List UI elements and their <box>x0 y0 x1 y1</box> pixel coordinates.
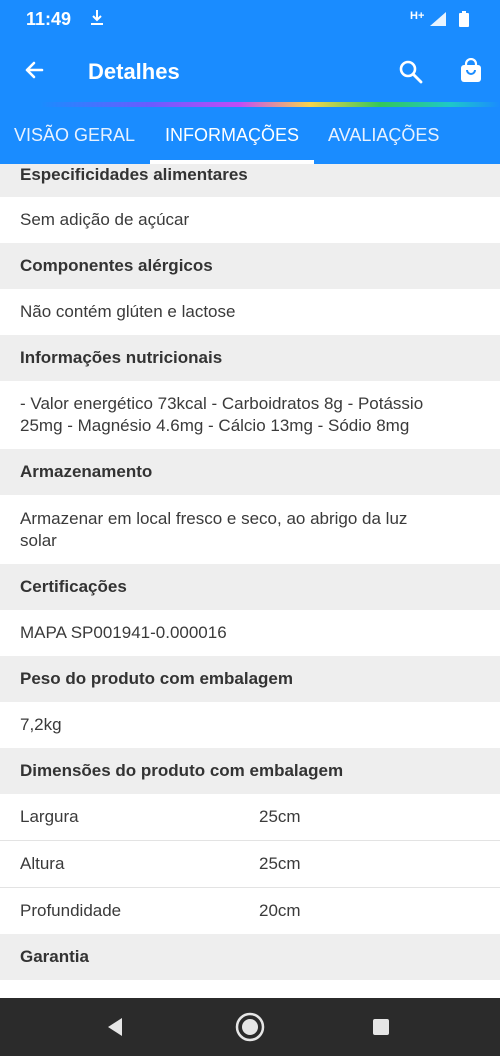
shopping-bag-icon[interactable] <box>458 57 484 89</box>
nav-recents-icon[interactable] <box>372 1018 390 1041</box>
section-value <box>0 980 500 998</box>
section-text: solar <box>20 531 57 550</box>
dimension-row: Profundidade 20cm <box>0 888 500 934</box>
network-type: H+ <box>410 10 425 22</box>
section-title: Peso do produto com embalagem <box>20 669 293 688</box>
section-title: Informações nutricionais <box>20 348 223 367</box>
status-time: 11:49 <box>26 9 72 29</box>
section-value: - Valor energético 73kcal - Carboidratos… <box>0 381 500 449</box>
system-nav-bar <box>0 998 500 1056</box>
tab-bar: VISÃO GERAL INFORMAÇÕES AVALIAÇÕES <box>0 107 500 164</box>
section-header: Peso do produto com embalagem <box>0 656 500 702</box>
arrow-back-icon[interactable] <box>22 58 46 87</box>
dimension-row: Altura 25cm <box>0 841 500 887</box>
section-title: Dimensões do produto com embalagem <box>20 761 344 780</box>
nav-back-icon[interactable] <box>106 1017 124 1042</box>
section-header: Componentes alérgicos <box>0 243 500 289</box>
download-icon <box>90 8 104 31</box>
section-value: Armazenar em local fresco e seco, ao abr… <box>0 495 500 564</box>
app-bar: Detalhes <box>0 40 500 102</box>
signal-icon <box>430 12 446 31</box>
dimension-value: 25cm <box>259 807 301 826</box>
section-text: Não contém glúten e lactose <box>20 302 236 321</box>
battery-icon <box>459 11 469 32</box>
section-header: Especificidades alimentares <box>0 164 500 197</box>
section-title: Garantia <box>20 947 89 966</box>
section-title: Armazenamento <box>20 462 153 481</box>
dimension-value: 20cm <box>259 901 301 920</box>
tab-informacoes[interactable]: INFORMAÇÕES <box>165 107 299 164</box>
section-text: Armazenar em local fresco e seco, ao abr… <box>20 509 408 528</box>
search-icon[interactable] <box>398 59 424 90</box>
dimension-label: Largura <box>20 807 79 826</box>
dimension-value: 25cm <box>259 854 301 873</box>
page-title: Detalhes <box>88 59 180 84</box>
section-value: Não contém glúten e lactose <box>0 289 500 335</box>
section-text: Sem adição de açúcar <box>20 210 190 229</box>
section-title: Certificações <box>20 577 127 596</box>
section-text: 25mg - Magnésio 4.6mg - Cálcio 13mg - Só… <box>20 416 410 435</box>
section-text: - Valor energético 73kcal - Carboidratos… <box>20 394 424 413</box>
tab-visao-geral[interactable]: VISÃO GERAL <box>14 107 135 164</box>
section-text: 7,2kg <box>20 715 62 734</box>
section-header: Dimensões do produto com embalagem <box>0 748 500 794</box>
tab-avaliacoes[interactable]: AVALIAÇÕES <box>328 107 439 164</box>
section-header: Informações nutricionais <box>0 335 500 381</box>
details-content[interactable]: Especificidades alimentares Sem adição d… <box>0 164 500 998</box>
dimension-label: Profundidade <box>20 901 122 920</box>
section-title: Especificidades alimentares <box>20 165 248 184</box>
section-title: Componentes alérgicos <box>20 256 213 275</box>
dimension-label: Altura <box>20 854 65 873</box>
section-value: Sem adição de açúcar <box>0 197 500 243</box>
nav-home-icon[interactable] <box>235 1012 265 1047</box>
section-header: Certificações <box>0 564 500 610</box>
section-header: Garantia <box>0 934 500 980</box>
section-value: 7,2kg <box>0 702 500 748</box>
dimension-row: Largura 25cm <box>0 794 500 840</box>
status-bar: 11:49 H+ <box>0 0 500 40</box>
section-text: MAPA SP001941-0.000016 <box>20 623 227 642</box>
section-value: MAPA SP001941-0.000016 <box>0 610 500 656</box>
section-header: Armazenamento <box>0 449 500 495</box>
